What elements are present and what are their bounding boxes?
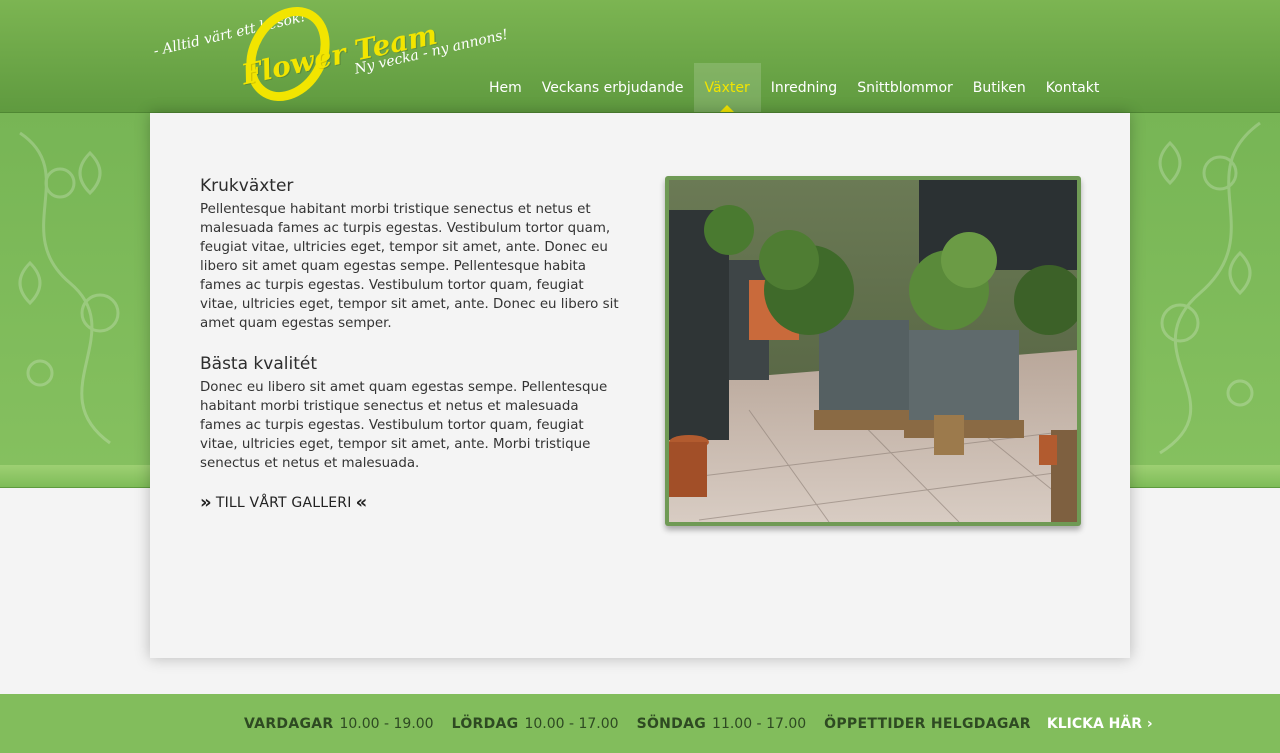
gallery-link[interactable]: » TILL VÅRT GALLERI « (200, 492, 368, 513)
floral-ornament-right-icon (1158, 121, 1261, 455)
flower-team-logo[interactable]: - Alltid värt ett besök! Flower Team Ny … (148, 4, 510, 104)
nav-item-inredning[interactable]: Inredning (761, 63, 847, 112)
opening-hours-footer: VARDAGAR 10.00 - 19.00 LÖRDAG 10.00 - 17… (0, 694, 1280, 753)
click-here-link[interactable]: KLICKA HÄR › (1047, 716, 1153, 732)
double-chevron-right-icon: » (200, 492, 212, 513)
floral-ornament-left-icon (18, 131, 120, 445)
nav-item-kontakt[interactable]: Kontakt (1036, 63, 1110, 112)
weekday-hours: 10.00 - 19.00 (339, 715, 434, 732)
nav-item-butiken[interactable]: Butiken (963, 63, 1036, 112)
nav-item-vaxter[interactable]: Växter (693, 63, 761, 112)
holiday-hours-label: ÖPPETTIDER HELGDAGAR (824, 715, 1031, 732)
nav-item-hem[interactable]: Hem (479, 63, 532, 112)
section-text: Donec eu libero sit amet quam egestas se… (200, 380, 608, 471)
sunday-hours: 11.00 - 17.00 (712, 715, 807, 732)
main-nav: Hem Veckans erbjudande Växter Inredning … (479, 63, 1109, 112)
nav-item-snittblommor[interactable]: Snittblommor (847, 63, 963, 112)
sunday-label: SÖNDAG (636, 715, 707, 732)
saturday-label: LÖRDAG (451, 715, 519, 732)
double-chevron-left-icon: « (355, 492, 368, 513)
section-krukvaxter: Krukväxter Pellentesque habitant morbi t… (200, 176, 620, 333)
saturday-hours: 10.00 - 17.00 (524, 715, 619, 732)
gallery-link-label: TILL VÅRT GALLERI (215, 495, 352, 511)
section-title: Bästa kvalitét (200, 354, 317, 374)
weekday-label: VARDAGAR (244, 715, 334, 732)
section-text: Pellentesque habitant morbi tristique se… (200, 202, 619, 331)
greenhouse-photo-image (669, 180, 1077, 522)
site-header: - Alltid värt ett besök! Flower Team Ny … (0, 0, 1280, 113)
nav-item-veckans-erbjudande[interactable]: Veckans erbjudande (532, 63, 694, 112)
greenhouse-photo (669, 180, 1077, 522)
opening-hours: VARDAGAR 10.00 - 19.00 LÖRDAG 10.00 - 17… (244, 694, 1153, 753)
section-title: Krukväxter (200, 176, 294, 196)
photo-frame (665, 176, 1081, 526)
active-indicator-icon (720, 105, 735, 112)
section-basta-kvalitet: Bästa kvalitét Donec eu libero sit amet … (200, 354, 620, 473)
